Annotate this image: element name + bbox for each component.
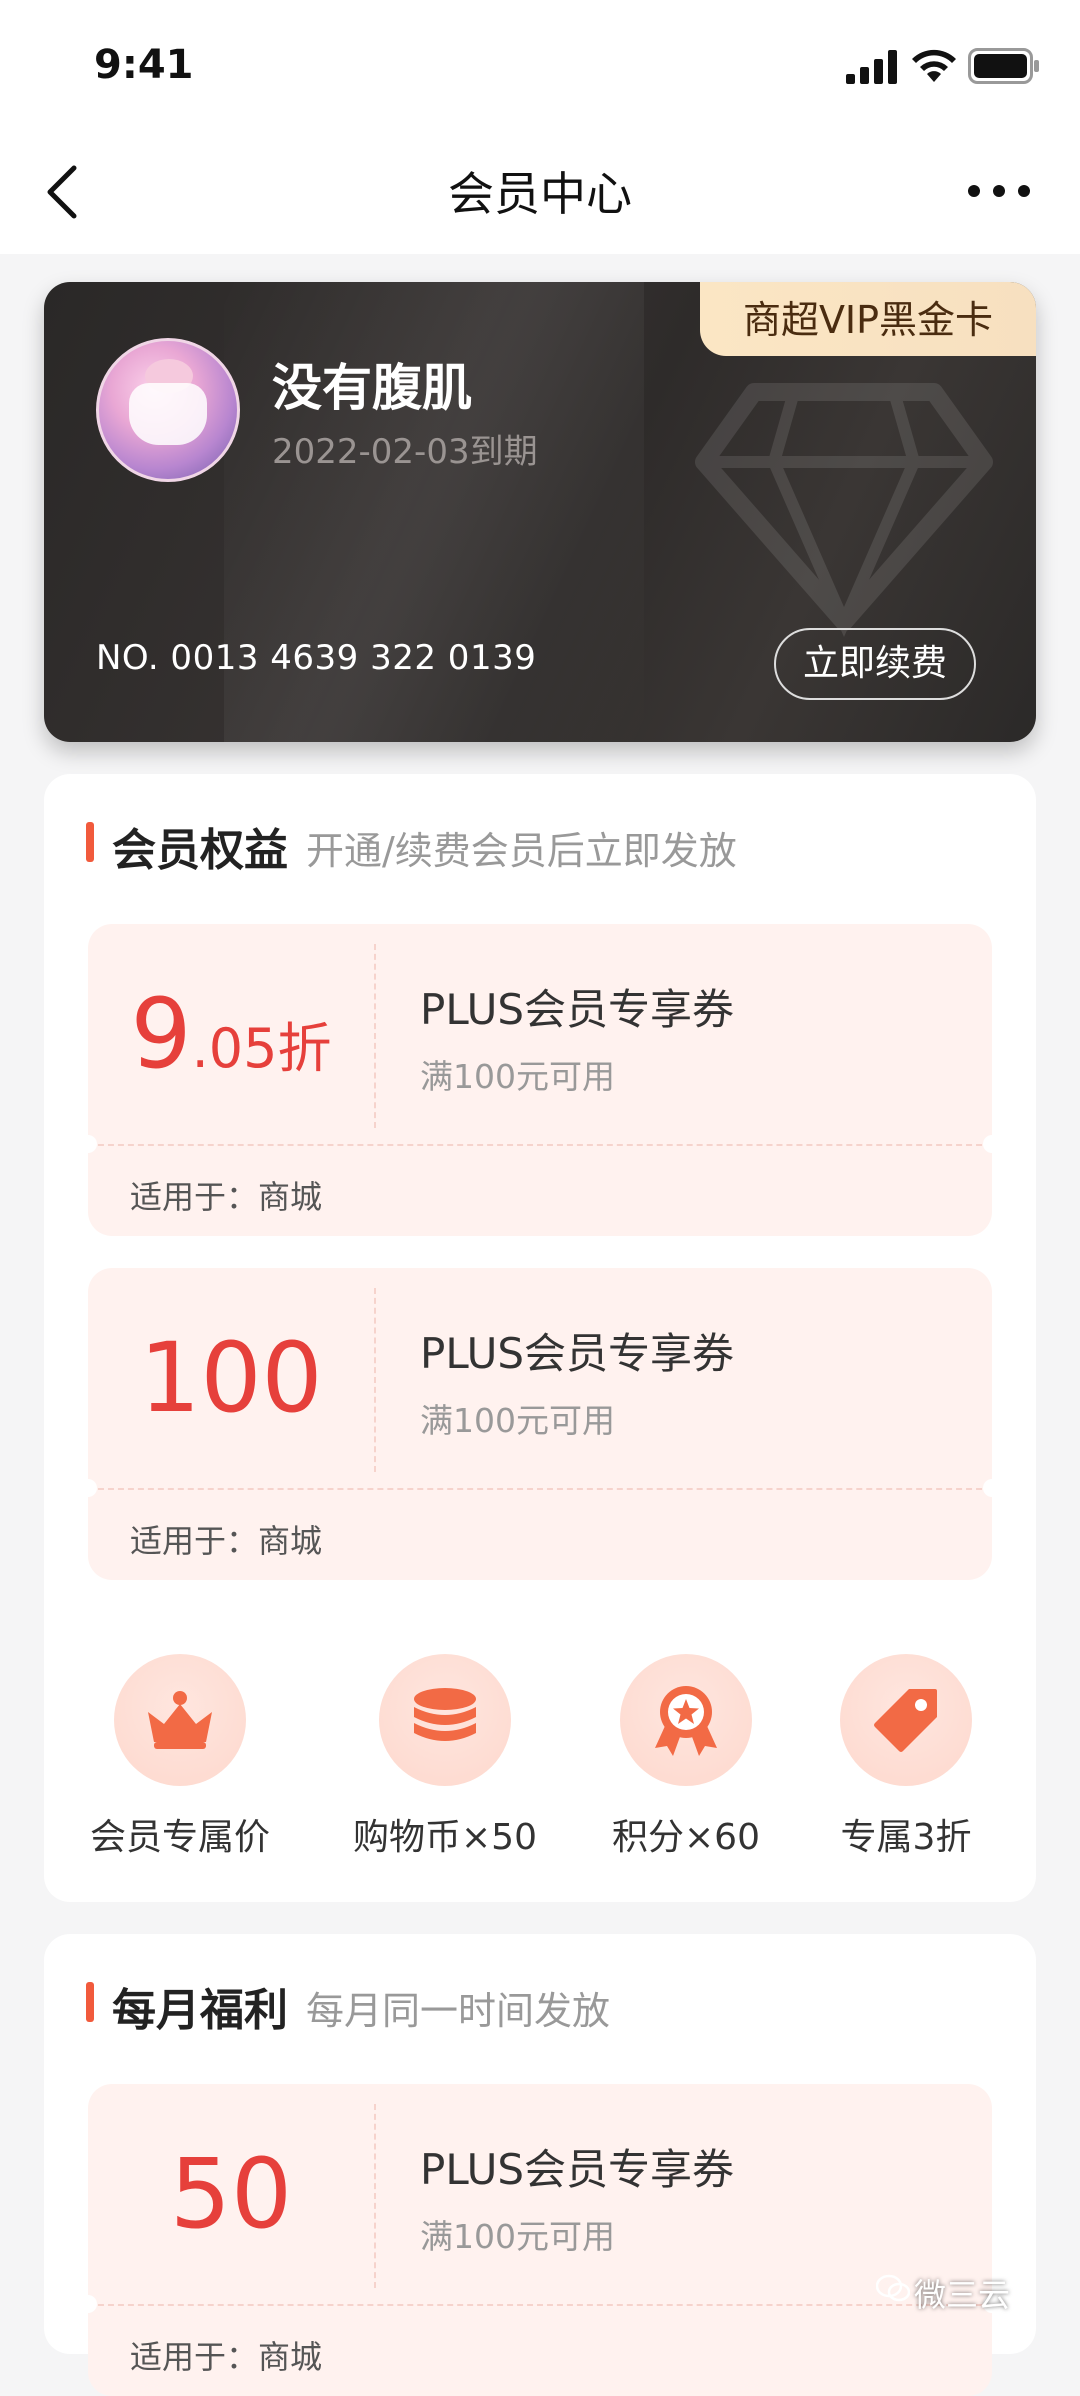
perk-label: 会员专属价 bbox=[89, 1817, 270, 1858]
benefits-panel: 会员权益 开通/续费会员后立即发放 9.05折 PLUS会员专享券 满100元可… bbox=[44, 774, 1036, 1902]
coupon-notch bbox=[983, 1135, 1001, 1153]
perk-label: 积分×60 bbox=[612, 1817, 760, 1858]
page-title: 会员中心 bbox=[448, 167, 632, 221]
medal-icon bbox=[655, 1686, 717, 1756]
chat-bubbles-icon bbox=[876, 2274, 910, 2302]
coupon-value: 50 bbox=[169, 2138, 293, 2250]
coupon-name: PLUS会员专享券 bbox=[420, 1329, 735, 1378]
coupon-name: PLUS会员专享券 bbox=[420, 985, 735, 1034]
perk-icon-wrap bbox=[620, 1654, 752, 1786]
cellular-signal-icon bbox=[846, 50, 897, 84]
coupon-card[interactable]: 9.05折 PLUS会员专享券 满100元可用 适用于：商城 bbox=[79, 924, 1001, 1236]
wifi-icon bbox=[912, 49, 956, 82]
section-accent-bar bbox=[86, 1982, 94, 2022]
coupon-scope: 适用于：商城 bbox=[130, 1522, 323, 1560]
coupon-value: 100 bbox=[139, 1322, 323, 1434]
coins-icon bbox=[414, 1688, 476, 1741]
tag-icon bbox=[874, 1689, 937, 1752]
coupon-notch bbox=[79, 2295, 97, 2313]
coupon-divider bbox=[88, 1488, 992, 1490]
perk-label: 专属3折 bbox=[840, 1817, 972, 1858]
coupon-divider bbox=[374, 944, 376, 1128]
battery-icon bbox=[968, 48, 1039, 84]
perk-icon-wrap bbox=[114, 1654, 246, 1786]
coupon-condition: 满100元可用 bbox=[420, 2217, 615, 2256]
benefits-title: 会员权益 bbox=[112, 825, 288, 876]
perk-points[interactable]: 积分×60 bbox=[586, 1654, 786, 1860]
coupon-notch bbox=[79, 1479, 97, 1497]
avatar[interactable] bbox=[96, 338, 240, 482]
perk-label: 购物币×50 bbox=[353, 1817, 537, 1858]
coupon-condition: 满100元可用 bbox=[420, 1057, 615, 1096]
coupon-value: 9.05折 bbox=[130, 978, 332, 1090]
coupon-scope: 适用于：商城 bbox=[130, 1178, 323, 1216]
coupon-divider bbox=[88, 2304, 992, 2306]
perk-icon-wrap bbox=[379, 1654, 511, 1786]
avatar-figure-body bbox=[129, 383, 207, 445]
section-accent-bar bbox=[86, 822, 94, 862]
coupon-divider bbox=[374, 2104, 376, 2288]
crown-icon bbox=[148, 1691, 212, 1749]
status-time: 9:41 bbox=[94, 42, 194, 88]
membership-card: 商超VIP黑金卡 没有腹肌 2022-02-03到期 NO. 0013 4639… bbox=[44, 282, 1036, 742]
monthly-title: 每月福利 bbox=[112, 1985, 288, 2036]
username: 没有腹肌 bbox=[272, 359, 472, 417]
diamond-icon bbox=[695, 383, 993, 637]
renew-button[interactable]: 立即续费 bbox=[774, 628, 976, 700]
card-number: NO. 0013 4639 322 0139 bbox=[96, 638, 537, 678]
coupon-notch bbox=[79, 1135, 97, 1153]
coupon-scope: 适用于：商城 bbox=[130, 2338, 323, 2376]
coupon-name: PLUS会员专享券 bbox=[420, 2145, 735, 2194]
coupon-notch bbox=[983, 1479, 1001, 1497]
card-tier-badge: 商超VIP黑金卡 bbox=[700, 282, 1036, 356]
perk-icon-wrap bbox=[840, 1654, 972, 1786]
watermark: 微三云 bbox=[914, 2276, 1011, 2314]
perk-shopping-coins[interactable]: 购物币×50 bbox=[345, 1654, 545, 1860]
coupon-card[interactable]: 100 PLUS会员专享券 满100元可用 适用于：商城 bbox=[79, 1268, 1001, 1580]
expire-date: 2022-02-03到期 bbox=[272, 432, 538, 472]
perk-discount[interactable]: 专属3折 bbox=[806, 1654, 1006, 1860]
coupon-divider bbox=[374, 1288, 376, 1472]
coupon-condition: 满100元可用 bbox=[420, 1401, 615, 1440]
coupon-divider bbox=[88, 1144, 992, 1146]
more-options-icon[interactable] bbox=[966, 178, 1032, 204]
monthly-subtitle: 每月同一时间发放 bbox=[306, 1989, 611, 2033]
coupon-card[interactable]: 50 PLUS会员专享券 满100元可用 适用于：商城 bbox=[79, 2084, 1001, 2396]
benefits-subtitle: 开通/续费会员后立即发放 bbox=[306, 829, 737, 873]
perk-member-price[interactable]: 会员专属价 bbox=[80, 1654, 280, 1860]
